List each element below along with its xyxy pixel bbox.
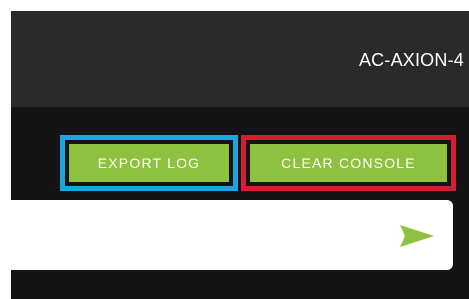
console-panel: AC-AXION-4 EXPORT LOG CLEAR CONSOLE: [11, 11, 469, 299]
export-log-button[interactable]: EXPORT LOG: [69, 144, 229, 182]
command-bar: [11, 200, 453, 270]
send-button[interactable]: [397, 223, 437, 249]
export-log-highlight: EXPORT LOG: [60, 135, 238, 191]
clear-console-button[interactable]: CLEAR CONSOLE: [250, 144, 447, 182]
device-name: AC-AXION-4: [358, 50, 464, 70]
send-arrow-icon: [400, 225, 434, 247]
console-header: AC-AXION-4: [11, 11, 469, 107]
console-actions: EXPORT LOG CLEAR CONSOLE: [11, 107, 469, 197]
command-input[interactable]: [11, 200, 391, 270]
clear-console-highlight: CLEAR CONSOLE: [241, 135, 456, 191]
